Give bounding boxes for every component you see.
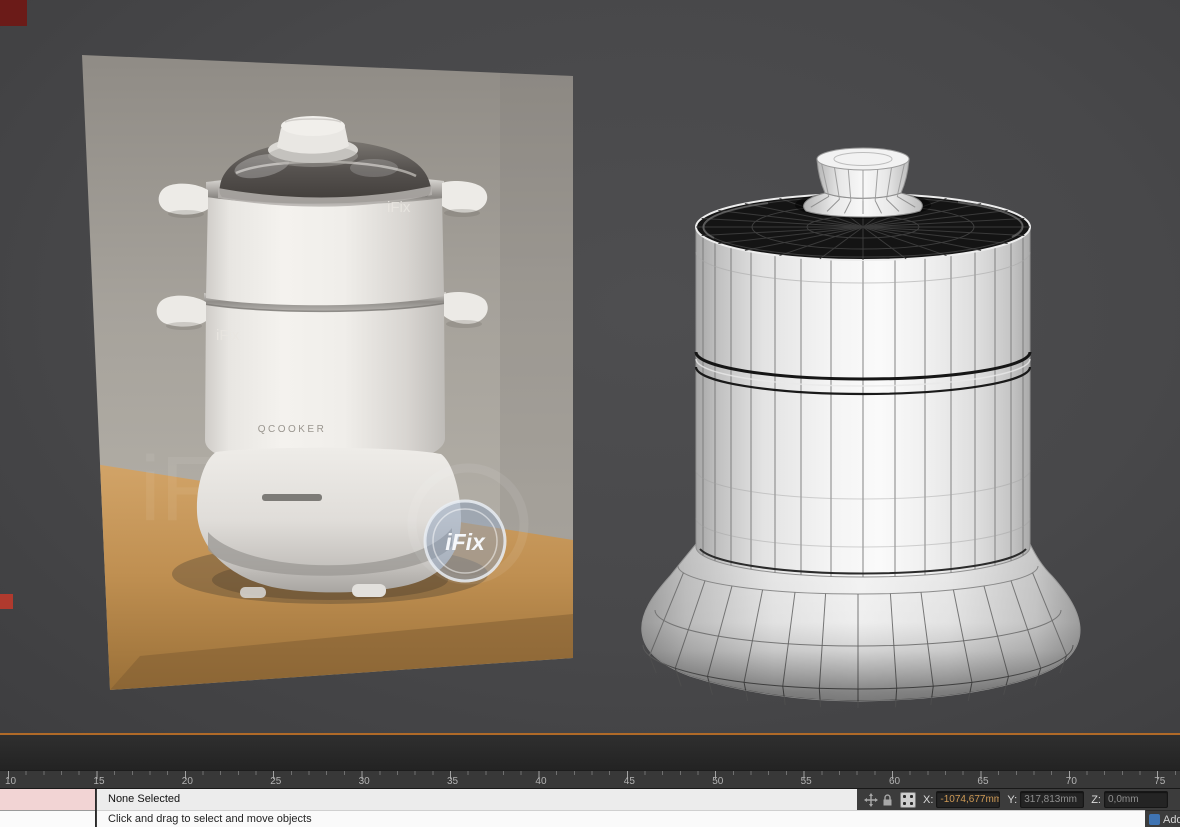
status-bar: None Selected Click and drag to select a…	[0, 788, 1180, 827]
ruler-label: 60	[889, 776, 901, 787]
time-tag-icon	[1149, 814, 1160, 825]
absolute-mode-transform-button[interactable]	[900, 791, 916, 808]
ruler-major-ticks	[0, 771, 1180, 779]
selection-lock-icon[interactable]	[881, 793, 894, 807]
viewport-3d[interactable]: iFix	[0, 0, 1180, 733]
ruler-label: 10	[5, 776, 17, 787]
y-coordinate-label: Y:	[1007, 793, 1018, 806]
ruler-label: 40	[535, 776, 547, 787]
viewport-artifact-red-square	[0, 0, 27, 26]
maxscript-mini-listener	[0, 789, 96, 827]
watermark-badge: iFix	[423, 499, 507, 583]
ruler-label: 50	[712, 776, 724, 787]
selection-status-text: None Selected	[108, 793, 181, 805]
prompt-line: Click and drag to select and move object…	[97, 810, 1145, 827]
selection-status: None Selected	[97, 789, 857, 810]
ruler-label: 55	[800, 776, 812, 787]
z-coordinate-field[interactable]: 0,0mm	[1103, 791, 1168, 808]
ruler-label: 75	[1154, 776, 1166, 787]
ruler-label: 65	[977, 776, 989, 787]
brand-text: QCOOKER	[258, 424, 327, 435]
viewport-canvas: iFix	[78, 50, 1081, 708]
ruler-label: 25	[270, 776, 282, 787]
application-window: iFix	[0, 0, 1180, 827]
badge-text: iFix	[445, 529, 486, 555]
prompt-text: Click and drag to select and move object…	[108, 813, 312, 825]
model-lid-knob	[795, 147, 931, 219]
ruler-label: 45	[623, 776, 635, 787]
cooker-3d-model[interactable]	[641, 147, 1081, 708]
timeline-ruler[interactable]: 10 15 20 25 30 35 40 45 50 55 60 65 70 75	[0, 770, 1180, 788]
ruler-label: 70	[1065, 776, 1077, 787]
ruler-label: 20	[181, 776, 193, 787]
x-coordinate-label: X:	[923, 793, 934, 806]
listener-script-row[interactable]	[0, 811, 95, 827]
y-coordinate-field[interactable]: 317,813mm	[1020, 791, 1085, 808]
reference-image-plane[interactable]: iFix	[78, 50, 578, 695]
ruler-label: 15	[93, 776, 105, 787]
viewport-artifact-red-mark	[0, 594, 13, 609]
time-tag-segment[interactable]: Add	[1146, 810, 1180, 827]
add-time-tag-label: Add	[1163, 813, 1180, 826]
track-bar[interactable]	[0, 735, 1180, 770]
ruler-label: 35	[447, 776, 459, 787]
model-body	[694, 226, 1032, 578]
move-transform-icon[interactable]	[864, 792, 878, 807]
ruler-label: 30	[358, 776, 370, 787]
watermark-text: iFix	[387, 199, 411, 216]
transform-type-in: X: -1074,677mm Y: 317,813mm Z: 0,0mm Gri…	[857, 789, 1180, 810]
watermark-text: iFix	[216, 327, 240, 344]
x-coordinate-field[interactable]: -1074,677mm	[936, 791, 1001, 808]
listener-macro-row[interactable]	[0, 789, 95, 811]
z-coordinate-label: Z:	[1091, 793, 1101, 806]
